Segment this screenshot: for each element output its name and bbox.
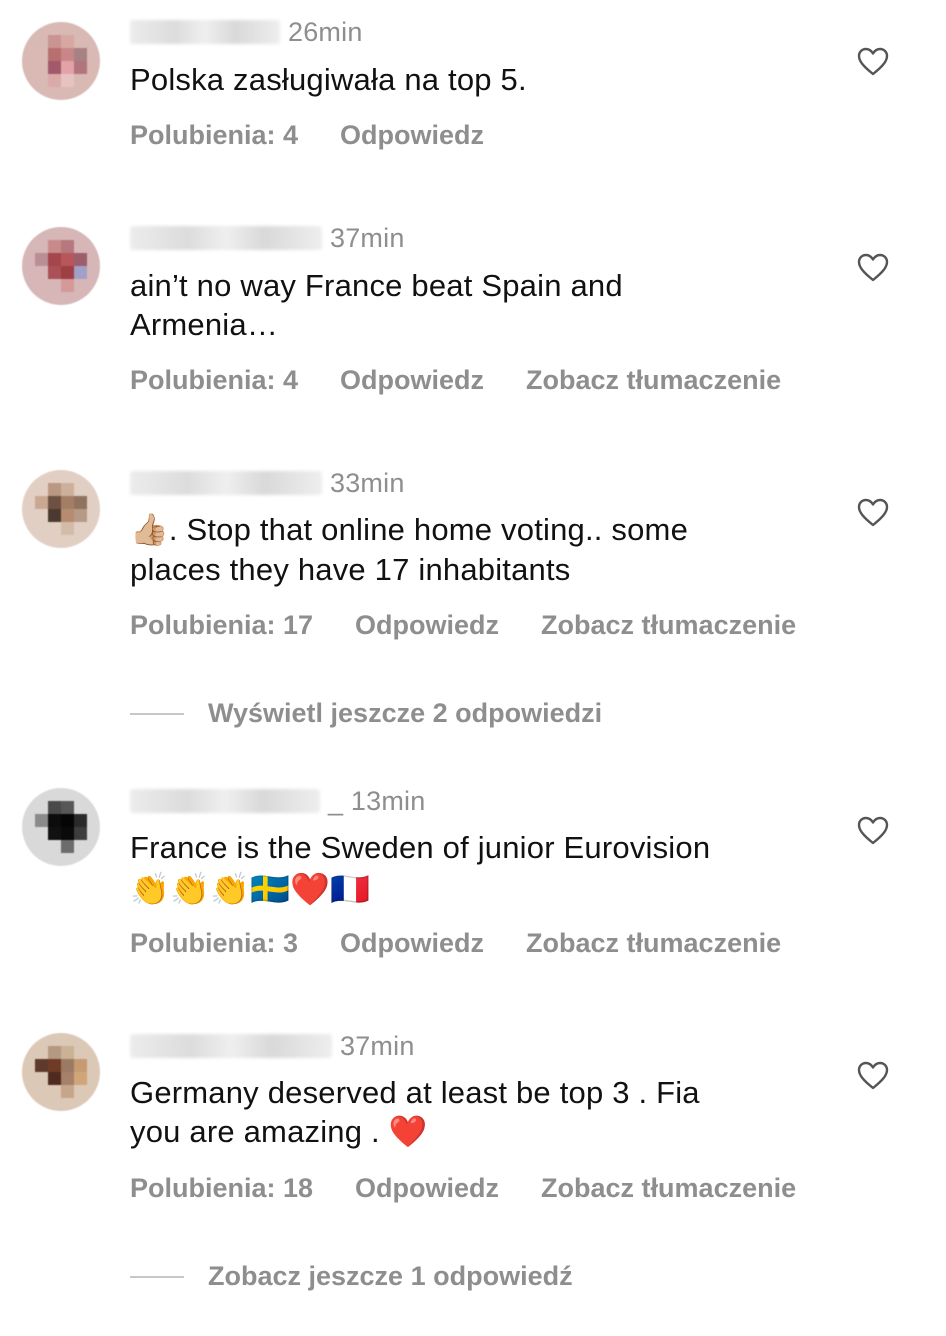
avatar[interactable]: [22, 1033, 100, 1111]
comment-text-fragment: you are amazing .: [130, 1114, 389, 1149]
username[interactable]: [130, 471, 322, 495]
view-more-replies[interactable]: Wyświetl jeszcze 2 odpowiedzi: [130, 698, 602, 729]
reply-button[interactable]: Odpowiedz: [340, 928, 484, 959]
red-heart-emoji: ❤️: [388, 1114, 428, 1150]
comment-text: Germany deserved at least be top 3 . Fia…: [130, 1073, 830, 1152]
heart-icon[interactable]: [857, 816, 889, 846]
avatar[interactable]: [22, 470, 100, 548]
comment-time: 37min: [340, 1030, 415, 1061]
comment-text-line: ain’t no way France beat Spain and: [130, 268, 623, 303]
comment-emojis: 👏👏👏🇸🇪❤️🇫🇷: [130, 870, 371, 908]
translate-button[interactable]: Zobacz tłumaczenie: [541, 610, 796, 641]
likes-count[interactable]: Polubienia: 4: [130, 365, 298, 396]
comment-time: 33min: [330, 467, 405, 498]
comment-time: _ 13min: [328, 785, 426, 816]
username[interactable]: [130, 1034, 332, 1058]
likes-count[interactable]: Polubienia: 4: [130, 120, 298, 151]
likes-count[interactable]: Polubienia: 18: [130, 1173, 313, 1204]
heart-icon[interactable]: [857, 498, 889, 528]
comment-meta: 37min: [130, 223, 405, 253]
heart-icon[interactable]: [857, 253, 889, 283]
reply-button[interactable]: Odpowiedz: [340, 365, 484, 396]
reply-button[interactable]: Odpowiedz: [355, 610, 499, 641]
reply-button[interactable]: Odpowiedz: [340, 120, 484, 151]
comment-actions: Polubienia: 3 Odpowiedz Zobacz tłumaczen…: [130, 928, 781, 959]
comment-time: 26min: [288, 16, 363, 47]
comment-text-line: you are amazing . ❤️: [130, 1112, 830, 1152]
comment-text: Polska zasługiwała na top 5.: [130, 62, 527, 97]
likes-count[interactable]: Polubienia: 17: [130, 610, 313, 641]
translate-button[interactable]: Zobacz tłumaczenie: [526, 928, 781, 959]
comment-text: France is the Sweden of junior Eurovisio…: [130, 828, 830, 911]
username[interactable]: [130, 20, 280, 44]
comment-meta: _ 13min: [130, 786, 425, 816]
divider-line: [130, 1275, 184, 1278]
comment-text-fragment: . Stop that online home voting.. some: [168, 512, 689, 547]
comment-text-line: 👍🏼. Stop that online home voting.. some: [130, 510, 830, 550]
comment-time: 37min: [330, 222, 405, 253]
thumbs-up-emoji: 👍🏼: [130, 512, 169, 548]
translate-button[interactable]: Zobacz tłumaczenie: [541, 1173, 796, 1204]
likes-count[interactable]: Polubienia: 3: [130, 928, 298, 959]
view-more-replies-label[interactable]: Wyświetl jeszcze 2 odpowiedzi: [208, 698, 602, 729]
avatar[interactable]: [22, 22, 100, 100]
translate-button[interactable]: Zobacz tłumaczenie: [526, 365, 781, 396]
comment-meta: 37min: [130, 1031, 415, 1061]
comment-actions: Polubienia: 17 Odpowiedz Zobacz tłumacze…: [130, 610, 796, 641]
heart-icon[interactable]: [857, 47, 889, 77]
comment-text: 👍🏼. Stop that online home voting.. some …: [130, 510, 830, 589]
comment-text-line: France is the Sweden of junior Eurovisio…: [130, 830, 711, 865]
comment-meta: 33min: [130, 468, 405, 498]
username[interactable]: [130, 226, 322, 250]
avatar[interactable]: [22, 227, 100, 305]
comment-text-line: Armenia…: [130, 307, 279, 342]
heart-icon[interactable]: [857, 1061, 889, 1091]
avatar[interactable]: [22, 788, 100, 866]
view-more-replies[interactable]: Zobacz jeszcze 1 odpowiedź: [130, 1261, 573, 1292]
comment-meta: 26min: [130, 17, 363, 47]
comment-actions: Polubienia: 4 Odpowiedz: [130, 120, 484, 151]
view-more-replies-label[interactable]: Zobacz jeszcze 1 odpowiedź: [208, 1261, 573, 1292]
comment-actions: Polubienia: 18 Odpowiedz Zobacz tłumacze…: [130, 1173, 796, 1204]
reply-button[interactable]: Odpowiedz: [355, 1173, 499, 1204]
comment-text-line: places they have 17 inhabitants: [130, 552, 571, 587]
divider-line: [130, 712, 184, 715]
username[interactable]: [130, 789, 320, 813]
comment-text-line: Germany deserved at least be top 3 . Fia: [130, 1075, 700, 1110]
comment-text: ain’t no way France beat Spain and Armen…: [130, 266, 830, 344]
comment-actions: Polubienia: 4 Odpowiedz Zobacz tłumaczen…: [130, 365, 781, 396]
